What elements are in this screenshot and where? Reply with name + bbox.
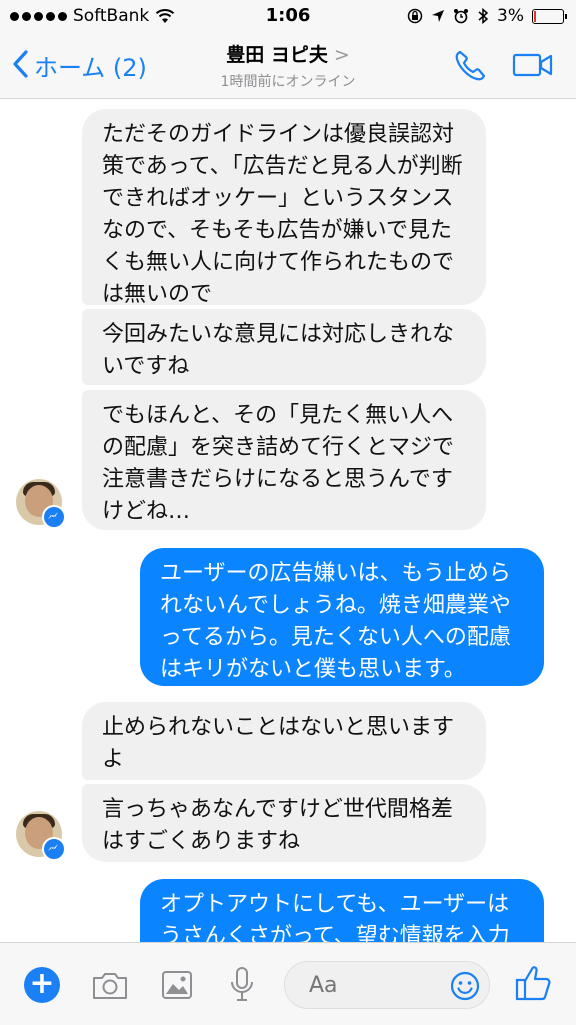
camera-icon[interactable] [90,971,130,1001]
contact-title[interactable]: 豊田 ヨピ夫 > 1時間前にオンライン [0,40,576,91]
avatar[interactable] [16,811,66,861]
messenger-badge-icon [42,505,66,529]
message-outgoing[interactable]: ユーザーの広告嫌いは、もう止められないんでしょうね。焼き畑農業やってるから。見た… [140,548,544,686]
thumbs-up-icon[interactable] [514,963,552,1003]
alarm-icon [454,9,469,24]
message-text: 言っちゃあなんですけど世代間格差はすごくありますね [102,797,453,854]
composer-bar: + [0,942,576,1025]
message-text: 今回みたいな意見には対応しきれないですね [102,322,455,379]
message-incoming[interactable]: ただそのガイドラインは優良誤認対策であって、「広告だと見る人が判断できればオッケ… [82,109,486,307]
image-icon[interactable] [160,969,194,1001]
battery-percent: 3% [497,6,524,26]
message-text: 止められないことはないと思いますよ [102,715,455,772]
message-incoming[interactable]: 止められないことはないと思いますよ [82,702,486,780]
message-text: ユーザーの広告嫌いは、もう止められないんでしょうね。焼き畑農業やってるから。見た… [160,561,511,682]
message-incoming[interactable]: でもほんと、その「見たく無い人への配慮」を突き詰めて行くとマジで注意書きだらけに… [82,390,486,530]
message-outgoing[interactable]: オプトアウトにしても、ユーザーはうさんくさがって、望む情報を入力 [140,879,544,942]
message-incoming[interactable]: 今回みたいな意見には対応しきれないですね [82,309,486,385]
microphone-icon[interactable] [228,965,256,1005]
message-input-box[interactable] [284,961,490,1009]
message-text: でもほんと、その「見たく無い人への配慮」を突き詰めて行くとマジで注意書きだらけに… [102,403,455,524]
messenger-badge-icon [42,837,66,861]
chevron-right-icon: > [333,44,350,66]
status-bar: SoftBank 1:06 3% [0,0,576,34]
plus-icon[interactable]: + [24,967,60,1003]
bluetooth-icon [478,7,489,25]
message-input[interactable] [307,972,441,999]
contact-name: 豊田 ヨピ夫 [226,44,328,66]
location-icon [432,10,445,22]
rotation-lock-icon [407,8,423,24]
message-list[interactable]: ただそのガイドラインは優良誤認対策であって、「広告だと見る人が判断できればオッケ… [0,99,576,942]
message-incoming[interactable]: 言っちゃあなんですけど世代間格差はすごくありますね [82,784,486,862]
emoji-icon[interactable] [449,970,481,1002]
phone-icon[interactable] [452,48,488,84]
presence-status: 1時間前にオンライン [220,74,356,90]
battery-icon [532,8,567,24]
avatar[interactable] [16,479,66,529]
message-text: オプトアウトにしても、ユーザーはうさんくさがって、望む情報を入力 [160,892,510,942]
video-camera-icon[interactable] [512,50,554,80]
message-text: ただそのガイドラインは優良誤認対策であって、「広告だと見る人が判断できればオッケ… [102,122,463,307]
conversation-header: ホーム (2) 豊田 ヨピ夫 > 1時間前にオンライン [0,34,576,99]
